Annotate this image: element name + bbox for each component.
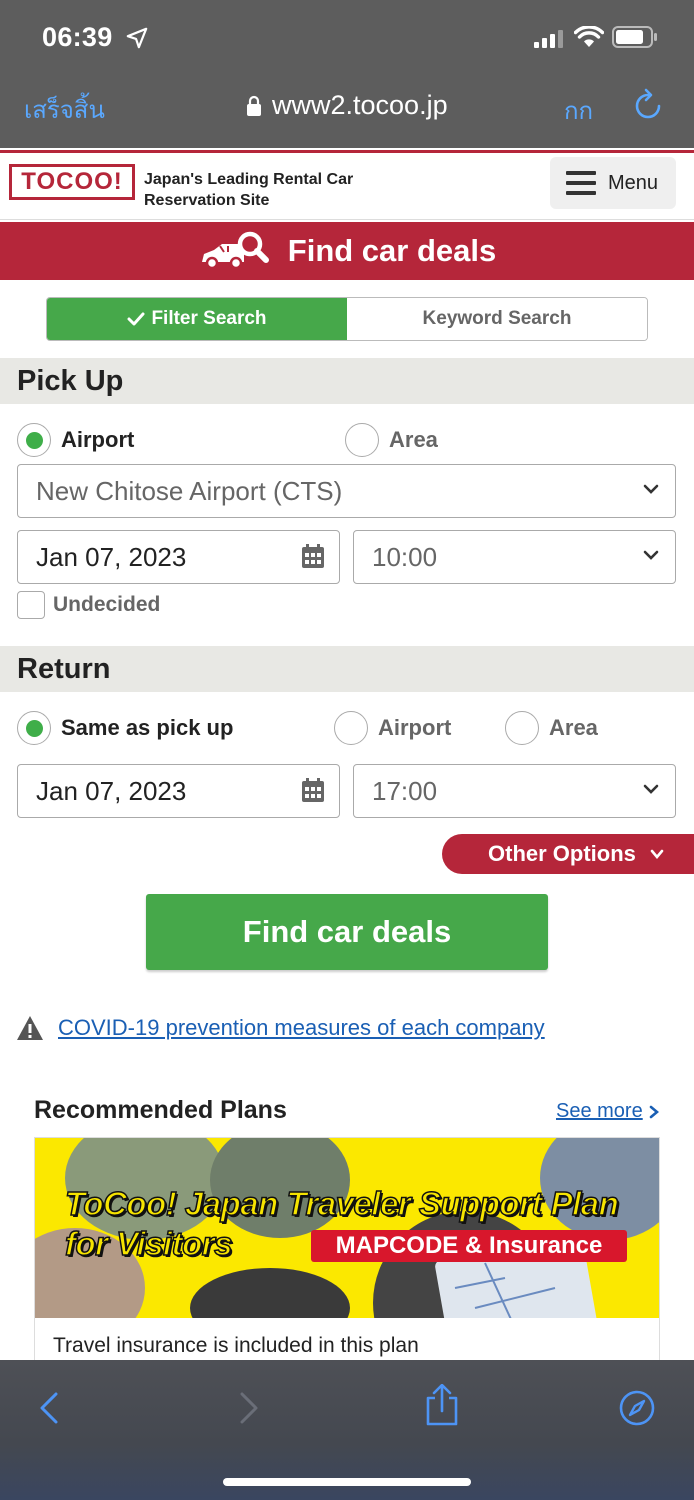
tagline-line-2: Reservation Site xyxy=(144,192,270,209)
return-date-value: Jan 07, 2023 xyxy=(36,775,187,806)
checkmark-icon xyxy=(127,312,145,326)
return-time-value: 17:00 xyxy=(372,775,438,806)
return-radio-airport[interactable]: Airport xyxy=(334,711,451,745)
plan-card[interactable]: ToCoo! Japan Traveler Support Plan for V… xyxy=(34,1137,660,1377)
radio-unselected-icon xyxy=(334,711,368,745)
tab-keyword-search[interactable]: Keyword Search xyxy=(347,298,647,340)
pickup-date-value: Jan 07, 2023 xyxy=(36,541,187,572)
covid-measures-link[interactable]: COVID-19 prevention measures of each com… xyxy=(58,1015,545,1041)
status-bar: 06:39 xyxy=(0,0,694,74)
hamburger-icon xyxy=(566,171,596,195)
lock-icon xyxy=(247,95,261,116)
plan-description: Travel insurance is included in this pla… xyxy=(53,1334,419,1357)
location-arrow-icon xyxy=(126,27,148,49)
tab-filter-label: Filter Search xyxy=(151,308,267,329)
pickup-area-label: Area xyxy=(389,427,438,452)
return-date-field[interactable]: Jan 07, 2023 xyxy=(17,764,340,818)
menu-label: Menu xyxy=(608,171,659,194)
find-car-deals-banner: Find car deals xyxy=(0,222,694,280)
recommended-plans-title: Recommended Plans xyxy=(34,1096,287,1124)
back-icon[interactable] xyxy=(32,1390,68,1426)
site-header: TOCOO! Japan's Leading Rental Car Reserv… xyxy=(0,150,694,220)
return-heading: Return xyxy=(0,646,694,692)
tab-filter-search[interactable]: Filter Search xyxy=(47,298,347,340)
site-tagline: Japan's Leading Rental Car Reservation S… xyxy=(144,169,353,211)
radio-unselected-icon xyxy=(505,711,539,745)
chevron-down-icon xyxy=(643,784,659,794)
forward-icon xyxy=(240,1392,258,1424)
other-options-label: Other Options xyxy=(488,841,636,866)
radio-unselected-icon xyxy=(345,423,379,457)
pickup-location-value: New Chitose Airport (CTS) xyxy=(36,475,343,506)
chevron-down-icon xyxy=(650,849,664,859)
status-time: 06:39 xyxy=(42,22,113,52)
url-field[interactable]: www2.tocoo.jp xyxy=(246,90,448,121)
compass-icon[interactable] xyxy=(619,1390,655,1426)
checkbox-unchecked-icon xyxy=(17,591,45,619)
return-radio-same[interactable]: Same as pick up xyxy=(17,711,233,745)
search-mode-tabs: Filter Search Keyword Search xyxy=(46,297,648,341)
see-more-label: See more xyxy=(556,1100,643,1122)
wifi-icon xyxy=(574,26,604,47)
return-airport-label: Airport xyxy=(378,715,452,740)
cellular-signal-icon xyxy=(534,30,563,48)
chevron-down-icon xyxy=(643,484,659,494)
pickup-radio-airport[interactable]: Airport xyxy=(17,423,134,457)
url-text: www2.tocoo.jp xyxy=(272,90,448,120)
undecided-label: Undecided xyxy=(53,593,161,616)
calendar-icon xyxy=(302,778,324,802)
radio-selected-icon xyxy=(17,711,51,745)
browser-toolbar xyxy=(0,1360,694,1500)
pickup-time-select[interactable]: 10:00 xyxy=(353,530,676,584)
share-icon[interactable] xyxy=(423,1384,461,1426)
return-same-label: Same as pick up xyxy=(61,715,234,740)
warning-icon xyxy=(17,1016,43,1040)
car-search-icon xyxy=(201,231,269,270)
battery-icon xyxy=(612,26,657,48)
pickup-undecided-checkbox[interactable]: Undecided xyxy=(17,591,160,619)
plan-image-badge: MAPCODE & Insurance xyxy=(311,1230,627,1262)
return-time-select[interactable]: 17:00 xyxy=(353,764,676,818)
calendar-icon xyxy=(302,544,324,568)
menu-button[interactable]: Menu xyxy=(550,157,676,209)
covid-notice: COVID-19 prevention measures of each com… xyxy=(16,1015,545,1041)
pickup-radio-area[interactable]: Area xyxy=(345,423,438,457)
plan-banner-image: ToCoo! Japan Traveler Support Plan for V… xyxy=(35,1138,659,1318)
chevron-down-icon xyxy=(643,550,659,560)
browser-address-bar: เสร็จสิ้น www2.tocoo.jp กก xyxy=(0,74,694,148)
home-indicator[interactable] xyxy=(223,1478,471,1486)
done-button[interactable]: เสร็จสิ้น xyxy=(24,90,105,129)
reload-icon[interactable] xyxy=(632,88,664,122)
return-radio-area[interactable]: Area xyxy=(505,711,598,745)
pickup-airport-label: Airport xyxy=(61,427,135,452)
tagline-line-1: Japan's Leading Rental Car xyxy=(144,171,354,188)
radio-selected-icon xyxy=(17,423,51,457)
find-car-deals-button[interactable]: Find car deals xyxy=(146,894,548,970)
chevron-right-icon xyxy=(649,1105,659,1118)
see-more-link[interactable]: See more xyxy=(556,1100,659,1123)
pickup-date-field[interactable]: Jan 07, 2023 xyxy=(17,530,340,584)
other-options-button[interactable]: Other Options xyxy=(442,834,694,874)
tocoo-logo[interactable]: TOCOO! xyxy=(9,164,135,200)
pickup-heading: Pick Up xyxy=(0,358,694,404)
tab-keyword-label: Keyword Search xyxy=(422,308,572,329)
pickup-time-value: 10:00 xyxy=(372,541,438,572)
return-area-label: Area xyxy=(549,715,598,740)
banner-title: Find car deals xyxy=(287,233,497,268)
text-size-button[interactable]: กก xyxy=(564,91,593,130)
pickup-location-select[interactable]: New Chitose Airport (CTS) xyxy=(17,464,676,518)
